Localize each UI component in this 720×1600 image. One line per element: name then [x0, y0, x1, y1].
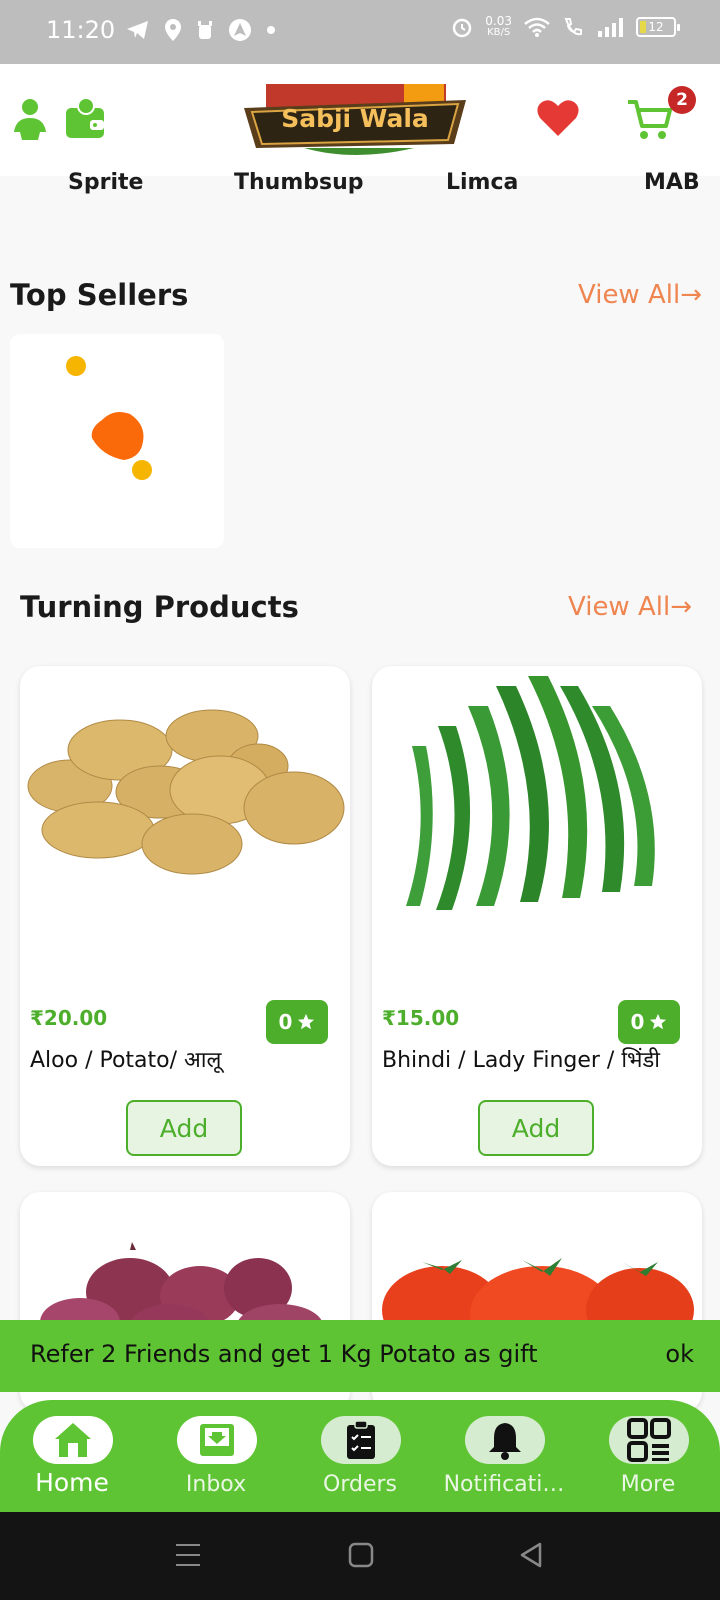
- nav-home[interactable]: Home: [0, 1400, 144, 1512]
- cart-icon[interactable]: [626, 98, 674, 142]
- battery-level: [640, 21, 646, 33]
- nav-notifications-label: Notificati…: [443, 1472, 565, 1497]
- star-icon: [298, 1013, 315, 1030]
- product-rating-value: 0: [278, 1010, 293, 1034]
- brand-mab[interactable]: MAB: [644, 170, 700, 195]
- grid-icon: [627, 1418, 671, 1462]
- alarm-icon: [453, 18, 472, 38]
- add-to-cart-button[interactable]: Add: [478, 1100, 594, 1156]
- battery-indicator: 12: [636, 17, 680, 37]
- app-header: Sabji Wala: [0, 64, 720, 176]
- logo-text: Sabji Wala: [281, 104, 429, 133]
- nav-orders-pill: [321, 1416, 401, 1464]
- nav-inbox-label: Inbox: [185, 1472, 247, 1497]
- recent-apps-icon[interactable]: [174, 1542, 202, 1568]
- home-button-icon[interactable]: [348, 1542, 374, 1568]
- inbox-icon: [200, 1424, 234, 1456]
- snackbar-message: Refer 2 Friends and get 1 Kg Potato as g…: [30, 1340, 538, 1368]
- telegram-icon: [127, 21, 148, 39]
- profile-icon[interactable]: [10, 98, 50, 142]
- product-price: ₹15.00: [382, 1006, 460, 1030]
- trending-products-title: Turning Products: [20, 590, 299, 624]
- nav-inbox[interactable]: Inbox: [144, 1400, 288, 1512]
- product-price: ₹20.00: [30, 1006, 108, 1030]
- nav-inbox-pill: [177, 1416, 257, 1464]
- potato-image: [27, 709, 345, 875]
- battery-percent: 12: [648, 20, 664, 34]
- snackbar-ok-button[interactable]: ok: [665, 1340, 694, 1368]
- status-bar: 11:20 0.03 KB/S 12: [0, 0, 720, 64]
- brand-sprite[interactable]: Sprite: [68, 170, 143, 195]
- star-icon: [650, 1013, 667, 1030]
- add-to-cart-button[interactable]: Add: [126, 1100, 242, 1156]
- wifi-icon: [524, 17, 550, 37]
- status-time: 11:20: [46, 16, 116, 44]
- brand-thumbsup[interactable]: Thumbsup: [234, 170, 364, 195]
- wallet-icon[interactable]: [64, 96, 106, 140]
- product-rating-badge: 0: [618, 1000, 680, 1044]
- nav-notifications-pill: [465, 1416, 545, 1464]
- nav-more[interactable]: More: [576, 1400, 720, 1512]
- product-card-potato[interactable]: ₹20.00 0 Aloo / Potato/ आलू Add: [20, 666, 350, 1166]
- nav-orders-label: Orders: [323, 1472, 397, 1497]
- cart-count-badge: 2: [668, 86, 696, 114]
- back-button-icon[interactable]: [518, 1542, 544, 1568]
- product-rating-value: 0: [630, 1010, 645, 1034]
- battery-nub: [677, 24, 680, 31]
- product-card-bhindi[interactable]: ₹15.00 0 Bhindi / Lady Finger / भिंडी Ad…: [372, 666, 702, 1166]
- navigation-app-icon: [229, 19, 251, 41]
- location-pin-icon: [165, 19, 181, 41]
- signal-icon: [598, 18, 623, 37]
- home-icon: [55, 1423, 91, 1457]
- product-name: Bhindi / Lady Finger / भिंडी: [382, 1048, 660, 1073]
- bell-icon: [489, 1423, 521, 1460]
- top-sellers-title: Top Sellers: [10, 278, 189, 312]
- top-seller-card-loading[interactable]: [10, 334, 224, 548]
- status-system-icons: 0.03 KB/S 12: [451, 14, 680, 38]
- loading-spinner-icon: [66, 356, 152, 480]
- network-speed: 0.03 KB/S: [485, 14, 512, 38]
- more-notifications-dot-icon: [267, 26, 275, 34]
- orders-icon: [347, 1420, 375, 1459]
- nav-home-label: Home: [35, 1468, 109, 1497]
- nav-orders[interactable]: Orders: [288, 1400, 432, 1512]
- nav-notifications[interactable]: Notificati…: [432, 1400, 576, 1512]
- nav-home-pill: [33, 1416, 113, 1464]
- app-notification-icon: [198, 21, 212, 39]
- product-name: Aloo / Potato/ आलू: [30, 1048, 222, 1073]
- system-navigation-bar: [0, 1512, 720, 1600]
- product-rating-badge: 0: [266, 1000, 328, 1044]
- wifi-calling-icon: [564, 18, 582, 36]
- referral-snackbar: Refer 2 Friends and get 1 Kg Potato as g…: [0, 1320, 720, 1392]
- network-speed-value: 0.03: [485, 14, 512, 28]
- bottom-navigation: Home Inbox Orders Notificati… More: [0, 1400, 720, 1512]
- bhindi-image: [406, 676, 655, 910]
- nav-more-label: More: [620, 1472, 676, 1497]
- brand-limca[interactable]: Limca: [446, 170, 518, 195]
- nav-more-pill: [609, 1416, 689, 1464]
- trending-view-all[interactable]: View All→: [568, 592, 692, 622]
- top-sellers-view-all[interactable]: View All→: [578, 280, 702, 310]
- network-speed-unit: KB/S: [487, 27, 511, 38]
- heart-icon[interactable]: [536, 98, 580, 138]
- sabji-wala-logo: Sabji Wala: [244, 84, 466, 156]
- status-notification-icons: [126, 18, 276, 42]
